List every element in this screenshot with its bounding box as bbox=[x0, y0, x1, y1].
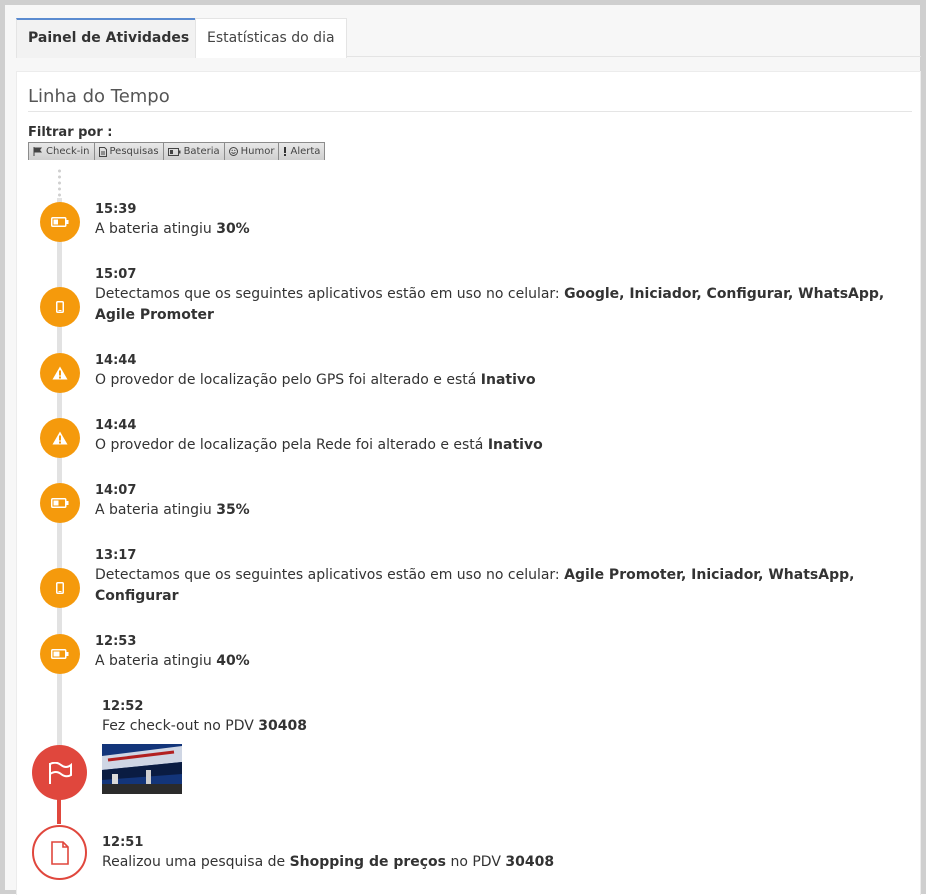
tab-bar: Painel de Atividades Estatísticas do dia bbox=[16, 17, 921, 58]
filter-humor-button[interactable]: Humor bbox=[224, 143, 280, 160]
battery-icon bbox=[51, 217, 69, 227]
timeline-badge-checkout bbox=[32, 745, 87, 800]
document-icon bbox=[50, 840, 69, 865]
filter-bateria-label: Bateria bbox=[183, 146, 220, 157]
timeline-badge bbox=[40, 418, 80, 458]
timeline-badge bbox=[40, 353, 80, 393]
storefront-photo bbox=[102, 744, 182, 794]
timeline-badge bbox=[40, 287, 80, 327]
timeline-time: 15:07 bbox=[95, 267, 137, 282]
timeline-text: A bateria atingiu 35% bbox=[95, 502, 250, 518]
timeline-badge bbox=[40, 483, 80, 523]
checkout-photo[interactable] bbox=[102, 744, 182, 794]
panel-title: Linha do Tempo bbox=[28, 86, 912, 112]
timeline-panel: Linha do Tempo Filtrar por : Check-in Pe… bbox=[16, 71, 921, 895]
timeline-text: A bateria atingiu 30% bbox=[95, 221, 250, 237]
phone-icon bbox=[56, 301, 64, 313]
window-frame: Painel de Atividades Estatísticas do dia… bbox=[0, 0, 926, 895]
timeline-text: Detectamos que os seguintes aplicativos … bbox=[95, 567, 855, 604]
timeline-badge bbox=[40, 634, 80, 674]
flag-icon bbox=[48, 761, 72, 784]
battery-icon bbox=[167, 147, 181, 156]
filter-humor-label: Humor bbox=[240, 146, 275, 157]
battery-icon bbox=[51, 498, 69, 508]
timeline-time: 14:07 bbox=[95, 483, 137, 498]
warning-icon bbox=[52, 431, 68, 445]
timeline-text: Detectamos que os seguintes aplicativos … bbox=[95, 286, 885, 323]
document-icon bbox=[98, 146, 107, 157]
timeline-text: A bateria atingiu 40% bbox=[95, 653, 250, 669]
tab-painel-de-atividades[interactable]: Painel de Atividades bbox=[16, 18, 202, 58]
battery-icon bbox=[51, 649, 69, 659]
timeline-line-dotted bbox=[58, 168, 61, 198]
filter-checkin-label: Check-in bbox=[46, 146, 90, 157]
timeline-time: 14:44 bbox=[95, 353, 137, 368]
filter-alerta-label: Alerta bbox=[290, 146, 321, 157]
filter-label: Filtrar por : bbox=[28, 125, 113, 140]
timeline-line bbox=[57, 198, 62, 758]
timeline-time: 12:52 bbox=[102, 699, 144, 714]
filter-alerta-button[interactable]: Alerta bbox=[279, 143, 325, 160]
flag-icon bbox=[33, 147, 42, 156]
timeline-badge bbox=[40, 202, 80, 242]
smile-icon bbox=[228, 147, 238, 156]
filter-pesquisas-label: Pesquisas bbox=[109, 146, 159, 157]
filter-bateria-button[interactable]: Bateria bbox=[163, 143, 225, 160]
timeline-text: Fez check-out no PDV 30408 bbox=[102, 718, 307, 734]
filter-pesquisas-button[interactable]: Pesquisas bbox=[94, 143, 164, 160]
timeline-time: 15:39 bbox=[95, 202, 137, 217]
timeline-text: Realizou uma pesquisa de Shopping de pre… bbox=[102, 854, 555, 870]
filter-button-group: Check-in Pesquisas Bateria Humor Alerta bbox=[28, 142, 326, 160]
tab-estatisticas-do-dia[interactable]: Estatísticas do dia bbox=[195, 18, 347, 58]
timeline-badge bbox=[40, 568, 80, 608]
warning-icon bbox=[52, 366, 68, 380]
timeline-text: O provedor de localização pelo GPS foi a… bbox=[95, 372, 536, 388]
timeline-time: 12:51 bbox=[102, 835, 144, 850]
timeline-time: 14:44 bbox=[95, 418, 137, 433]
timeline-time: 13:17 bbox=[95, 548, 137, 563]
exclamation-icon bbox=[284, 147, 287, 156]
timeline-text: O provedor de localização pela Rede foi … bbox=[95, 437, 543, 453]
timeline-badge-survey bbox=[32, 825, 87, 880]
phone-icon bbox=[56, 582, 64, 594]
timeline-time: 12:53 bbox=[95, 634, 137, 649]
filter-checkin-button[interactable]: Check-in bbox=[29, 143, 95, 160]
